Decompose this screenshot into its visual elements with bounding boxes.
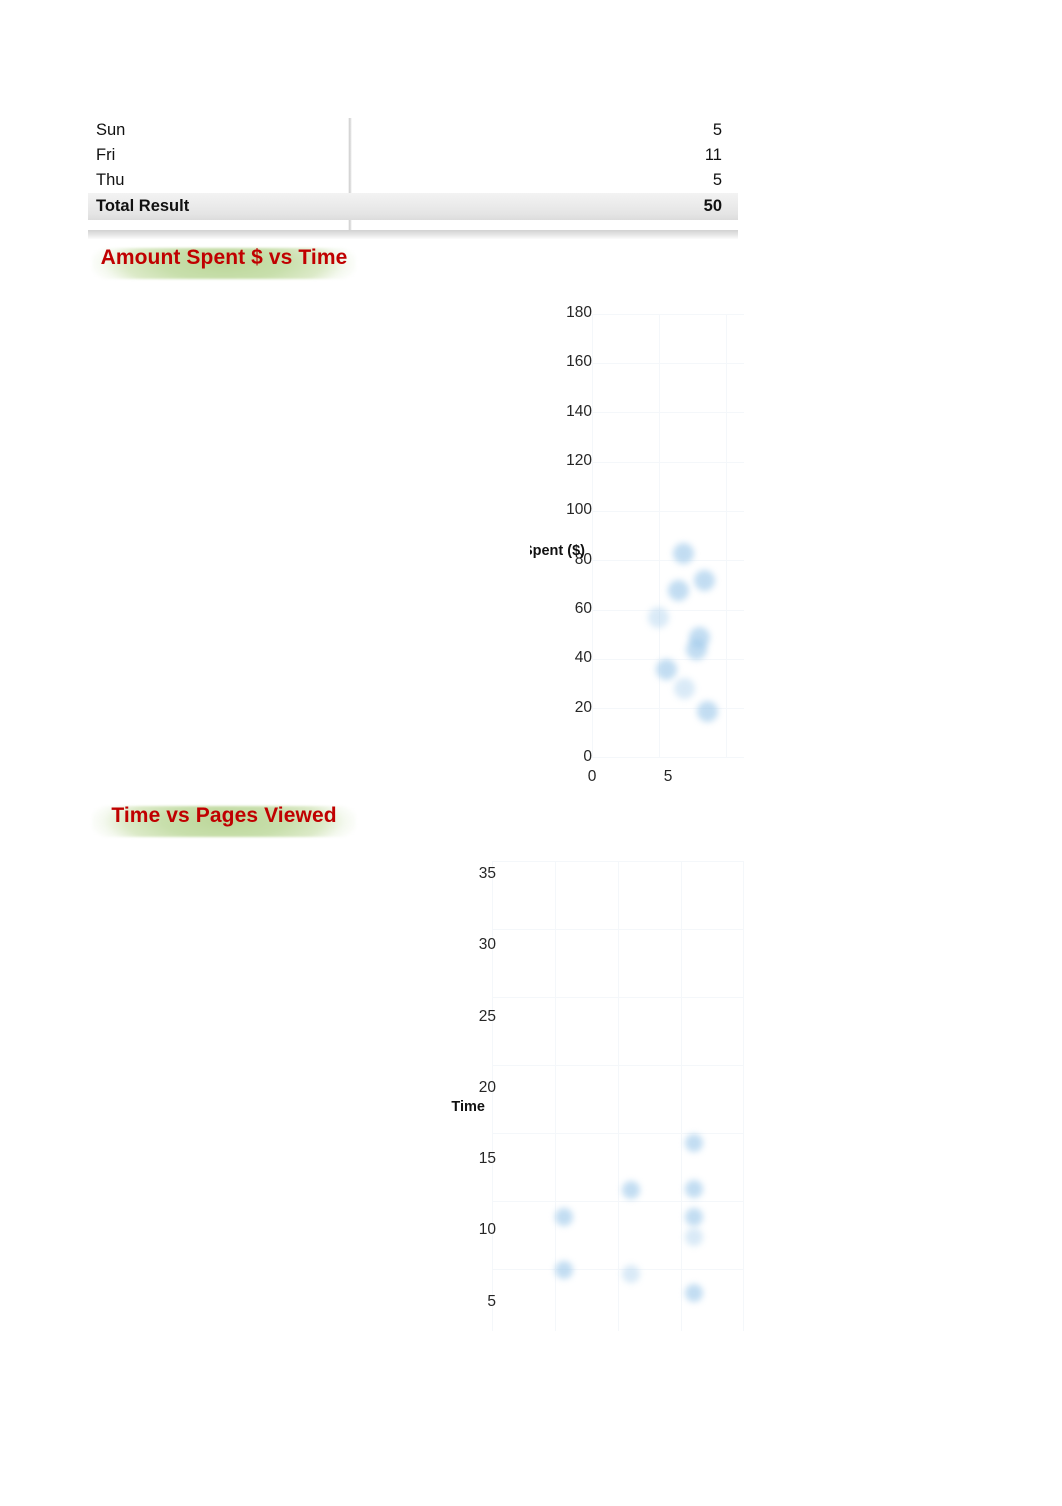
scatter-point [684, 1134, 703, 1152]
gridline-horizontal [592, 511, 744, 512]
y-axis-tick-label: 40 [574, 649, 592, 667]
plot-area [592, 314, 744, 758]
row-value: 11 [704, 146, 722, 164]
y-axis-tick-label: 20 [574, 698, 592, 716]
y-axis-tick-label: 30 [478, 936, 496, 954]
scatter-point [684, 1283, 703, 1302]
gridline-horizontal [492, 997, 744, 998]
scatter-chart-time-vs-pages-viewed[interactable]: 5 10 15 20 25 30 35 Time [430, 845, 750, 1345]
y-axis-tick-label: 10 [478, 1221, 496, 1239]
chart-title-time-vs-pages-viewed: Time vs Pages Viewed [92, 801, 356, 837]
y-axis-tick-label: 25 [478, 1007, 496, 1025]
y-axis-title: Amount Spent ($) [530, 543, 585, 559]
y-axis-title: Time [451, 1099, 485, 1115]
row-value: 5 [712, 171, 722, 189]
scatter-point [686, 638, 708, 660]
gridline-horizontal [492, 1065, 744, 1066]
scatter-point [684, 1179, 703, 1198]
scatter-point [684, 1228, 703, 1246]
y-axis-tick-label: 140 [566, 402, 592, 420]
gridline-horizontal [492, 1201, 744, 1202]
gridline-horizontal [492, 1133, 744, 1134]
y-axis-tick-label: 0 [583, 748, 592, 765]
row-value: 5 [712, 121, 722, 139]
scatter-point [648, 606, 670, 628]
pivot-table: Sun 5 Fri 11 Thu 5 Total Result 50 [88, 118, 738, 239]
gridline-vertical [743, 861, 744, 1331]
y-axis-tick-label: 180 [566, 304, 592, 321]
scatter-point [693, 569, 715, 591]
scatter-point [621, 1265, 640, 1284]
scatter-point [674, 678, 696, 700]
y-axis-tick-label: 15 [478, 1150, 496, 1168]
pivot-bottom-band [88, 230, 738, 239]
x-axis-tick-label: 0 [587, 768, 597, 785]
row-label: Sun [96, 121, 126, 139]
gridline-vertical [618, 861, 619, 1331]
y-axis-tick-label: 20 [478, 1078, 496, 1096]
gridline-vertical [726, 314, 727, 758]
total-label: Total Result [96, 197, 190, 215]
scatter-point [672, 542, 694, 564]
gridline-vertical [659, 314, 660, 758]
table-row[interactable]: Thu 5 [88, 168, 738, 193]
scatter-point [668, 579, 690, 601]
gridline-horizontal [592, 610, 744, 611]
row-label: Thu [96, 171, 125, 189]
scatter-point [697, 700, 719, 722]
gridline-horizontal [592, 412, 744, 413]
scatter-point [684, 1208, 703, 1227]
gridline-horizontal [592, 708, 744, 709]
scatter-point [655, 658, 677, 680]
y-axis-tick-label: 35 [478, 865, 496, 883]
chart-title-text: Time vs Pages Viewed [111, 804, 337, 827]
gridline-vertical [592, 314, 593, 758]
scatter-point [555, 1260, 574, 1279]
total-value: 50 [703, 197, 722, 215]
table-row[interactable]: Fri 11 [88, 143, 738, 168]
row-label: Fri [96, 146, 116, 164]
gridline-vertical [555, 861, 556, 1331]
y-axis-tick-label: 160 [566, 353, 592, 371]
chart-title-text: Amount Spent $ vs Time [100, 246, 348, 269]
gridline-horizontal [492, 1269, 744, 1270]
gridline-horizontal [592, 314, 744, 315]
gridline-horizontal [592, 757, 744, 758]
scatter-point [555, 1208, 574, 1227]
chart-title-amount-spent-vs-time: Amount Spent $ vs Time [92, 243, 356, 279]
gridline-horizontal [492, 929, 744, 930]
gridline-horizontal [592, 363, 744, 364]
table-row[interactable]: Sun 5 [88, 118, 738, 143]
gridline-horizontal [592, 560, 744, 561]
y-axis-tick-label: 60 [574, 600, 592, 617]
y-axis-tick-label: 5 [487, 1292, 496, 1310]
gridline-horizontal [492, 861, 744, 862]
y-axis-tick-label: 100 [566, 501, 592, 519]
gridline-vertical [681, 861, 682, 1331]
plot-area [492, 861, 744, 1331]
table-row-total[interactable]: Total Result 50 [88, 193, 738, 220]
x-axis-tick-label: 5 [663, 768, 673, 785]
scatter-chart-amount-spent-vs-time[interactable]: 020406080100120140160180 05 Amount Spent… [530, 300, 745, 800]
gridline-horizontal [592, 462, 744, 463]
scatter-point [621, 1181, 640, 1199]
y-axis-tick-label: 120 [566, 452, 592, 469]
